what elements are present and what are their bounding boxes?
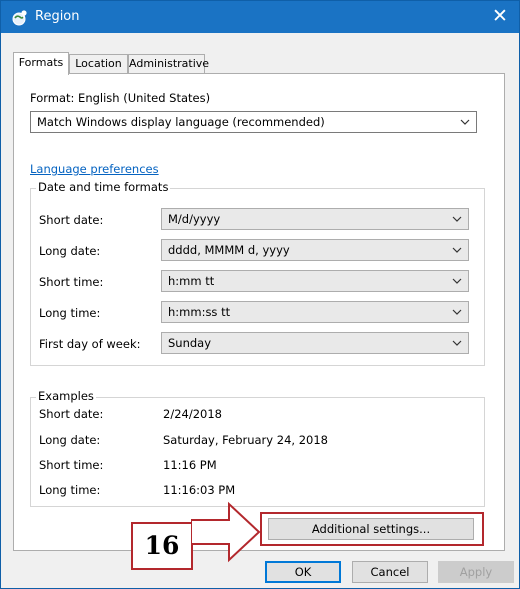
chevron-down-icon bbox=[452, 278, 462, 284]
additional-settings-highlight bbox=[260, 512, 484, 546]
region-dialog: Region ✕ Formats Location Administrative… bbox=[0, 0, 520, 589]
format-select[interactable]: Match Windows display language (recommen… bbox=[30, 111, 477, 133]
language-preferences-link[interactable]: Language preferences bbox=[30, 162, 159, 176]
format-select-value: Match Windows display language (recommen… bbox=[37, 115, 325, 129]
apply-button[interactable]: Apply bbox=[438, 561, 514, 583]
example-short-date-value: 2/24/2018 bbox=[163, 407, 222, 421]
close-icon: ✕ bbox=[492, 5, 508, 27]
long-time-value: h:mm:ss tt bbox=[168, 305, 231, 319]
format-label: Format: English (United States) bbox=[30, 91, 211, 105]
examples-title: Examples bbox=[36, 389, 96, 403]
short-date-select[interactable]: M/d/yyyy bbox=[161, 208, 469, 230]
cancel-button[interactable]: Cancel bbox=[352, 561, 428, 583]
date-time-formats-title: Date and time formats bbox=[36, 180, 171, 194]
tab-administrative[interactable]: Administrative bbox=[128, 54, 209, 73]
tab-label: Formats bbox=[18, 56, 64, 69]
example-long-time-value: 11:16:03 PM bbox=[163, 483, 236, 497]
ok-button[interactable]: OK bbox=[265, 561, 341, 583]
tab-label: Administrative bbox=[129, 57, 210, 70]
example-long-date-value: Saturday, February 24, 2018 bbox=[163, 433, 328, 447]
example-long-time-label: Long time: bbox=[39, 483, 101, 497]
formats-panel: Format: English (United States) Match Wi… bbox=[13, 73, 505, 551]
long-time-label: Long time: bbox=[39, 306, 101, 320]
first-day-of-week-select[interactable]: Sunday bbox=[161, 332, 469, 354]
cancel-label: Cancel bbox=[370, 565, 410, 579]
apply-label: Apply bbox=[459, 565, 493, 579]
tab-formats[interactable]: Formats bbox=[13, 52, 69, 75]
tab-location[interactable]: Location bbox=[69, 54, 128, 73]
chevron-down-icon bbox=[460, 119, 470, 125]
first-day-of-week-label: First day of week: bbox=[39, 337, 141, 351]
short-time-select[interactable]: h:mm tt bbox=[161, 270, 469, 292]
short-date-label: Short date: bbox=[39, 213, 104, 227]
short-date-value: M/d/yyyy bbox=[168, 212, 221, 226]
step-number: 16 bbox=[144, 531, 180, 560]
tab-label: Location bbox=[75, 57, 122, 70]
example-short-time-value: 11:16 PM bbox=[163, 458, 217, 472]
chevron-down-icon bbox=[452, 247, 462, 253]
short-time-value: h:mm tt bbox=[168, 274, 215, 288]
title-bar: Region ✕ bbox=[1, 1, 519, 33]
long-date-value: dddd, MMMM d, yyyy bbox=[168, 243, 290, 257]
long-date-select[interactable]: dddd, MMMM d, yyyy bbox=[161, 239, 469, 261]
ok-label: OK bbox=[294, 565, 312, 579]
arrow-right-icon bbox=[191, 501, 261, 563]
close-button[interactable]: ✕ bbox=[483, 1, 517, 33]
long-date-label: Long date: bbox=[39, 244, 101, 258]
window-title: Region bbox=[35, 9, 80, 24]
long-time-select[interactable]: h:mm:ss tt bbox=[161, 301, 469, 323]
step-number-badge: 16 bbox=[131, 522, 193, 570]
chevron-down-icon bbox=[452, 216, 462, 222]
chevron-down-icon bbox=[452, 309, 462, 315]
chevron-down-icon bbox=[452, 340, 462, 346]
example-short-date-label: Short date: bbox=[39, 407, 104, 421]
short-time-label: Short time: bbox=[39, 275, 104, 289]
first-day-of-week-value: Sunday bbox=[168, 336, 212, 350]
region-globe-icon bbox=[12, 10, 27, 26]
example-long-date-label: Long date: bbox=[39, 433, 101, 447]
example-short-time-label: Short time: bbox=[39, 458, 104, 472]
